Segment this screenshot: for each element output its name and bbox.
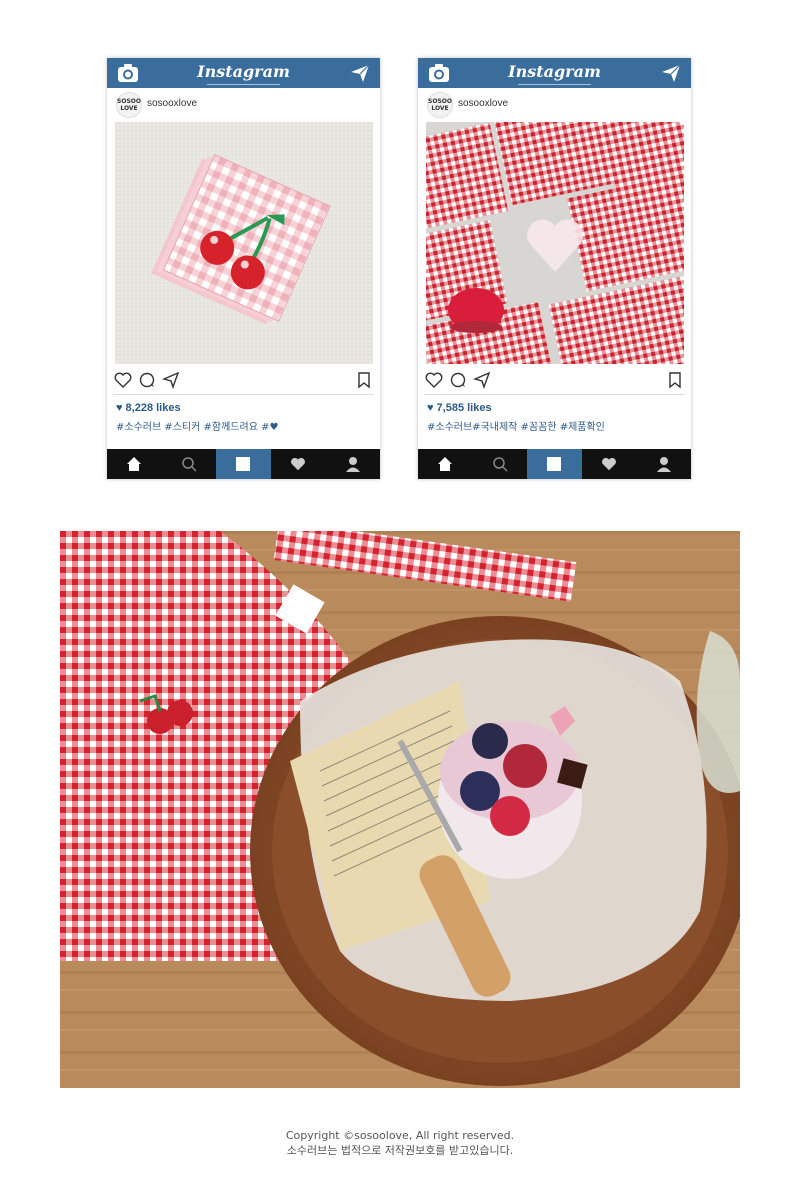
copyright-notice: 소수러브는 법적으로 저작권보호를 받고있습니다. — [286, 1144, 514, 1157]
likes-text: 7,585 likes — [436, 402, 492, 414]
direct-message-icon[interactable] — [350, 63, 370, 83]
post-actions — [107, 368, 380, 394]
search-icon — [493, 457, 508, 472]
likes-heart-icon: ♥ — [427, 402, 434, 414]
username[interactable]: sosooxlove — [458, 98, 508, 109]
comment-icon[interactable] — [138, 371, 156, 389]
square-icon — [547, 457, 562, 471]
heart-icon — [602, 457, 617, 471]
post-actions — [418, 368, 691, 394]
likes-text: 8,228 likes — [125, 402, 181, 414]
instagram-header-bar: Instagram — [418, 58, 691, 88]
share-icon[interactable] — [473, 371, 491, 389]
footer: Copyright ©sosoolove, All right reserved… — [0, 1128, 800, 1158]
avatar[interactable]: SOSOO LOVE — [427, 92, 453, 118]
avatar[interactable]: SOSOO LOVE — [116, 92, 142, 118]
nav-profile[interactable] — [636, 449, 691, 479]
comment-icon[interactable] — [449, 371, 467, 389]
divider — [113, 394, 374, 395]
nav-activity[interactable] — [271, 449, 326, 479]
post-photo-cherry-stickers[interactable] — [115, 122, 373, 364]
app-title: Instagram — [508, 62, 601, 81]
nav-search[interactable] — [473, 449, 528, 479]
bottom-nav — [107, 449, 380, 479]
square-icon — [236, 457, 251, 471]
hashtags[interactable]: #소수러브#국내제작 #꼼꼼한 #제품확인 — [427, 418, 605, 433]
nav-home[interactable] — [418, 449, 473, 479]
post-header: SOSOO LOVE sosooxlove — [107, 88, 380, 120]
likes-heart-icon: ♥ — [116, 402, 123, 414]
likes-count[interactable]: ♥ 8,228 likes — [116, 402, 181, 414]
title-underline — [518, 84, 591, 85]
heart-icon[interactable] — [114, 371, 132, 389]
bookmark-icon[interactable] — [355, 371, 373, 389]
bookmark-icon[interactable] — [666, 371, 684, 389]
profile-icon — [345, 457, 360, 472]
profile-icon — [656, 457, 671, 472]
product-photo-pouch-and-cake — [60, 531, 740, 1088]
share-icon[interactable] — [162, 371, 180, 389]
bottom-nav — [418, 449, 691, 479]
instagram-post-card-2: Instagram SOSOO LOVE sosooxlove ♥ 7,585 … — [418, 58, 691, 479]
instagram-post-card-1: Instagram SOSOO LOVE sosooxlove ♥ 8,228 … — [107, 58, 380, 479]
heart-icon[interactable] — [425, 371, 443, 389]
home-icon — [127, 457, 142, 471]
divider — [424, 394, 685, 395]
search-icon — [182, 457, 197, 472]
heart-icon — [291, 457, 306, 471]
nav-search[interactable] — [162, 449, 217, 479]
home-icon — [438, 457, 453, 471]
post-header: SOSOO LOVE sosooxlove — [418, 88, 691, 120]
title-underline — [207, 84, 280, 85]
username[interactable]: sosooxlove — [147, 98, 197, 109]
nav-post[interactable] — [527, 449, 582, 479]
direct-message-icon[interactable] — [661, 63, 681, 83]
app-title: Instagram — [197, 62, 290, 81]
nav-profile[interactable] — [325, 449, 380, 479]
instagram-header-bar: Instagram — [107, 58, 380, 88]
copyright-text: Copyright ©sosoolove, All right reserved… — [285, 1129, 515, 1142]
post-photo-gingham-pouches[interactable] — [426, 122, 684, 364]
likes-count[interactable]: ♥ 7,585 likes — [427, 402, 492, 414]
nav-post[interactable] — [216, 449, 271, 479]
nav-home[interactable] — [107, 449, 162, 479]
nav-activity[interactable] — [582, 449, 637, 479]
hashtags[interactable]: #소수러브 #스티커 #함께드려요 #♥ — [116, 418, 278, 433]
